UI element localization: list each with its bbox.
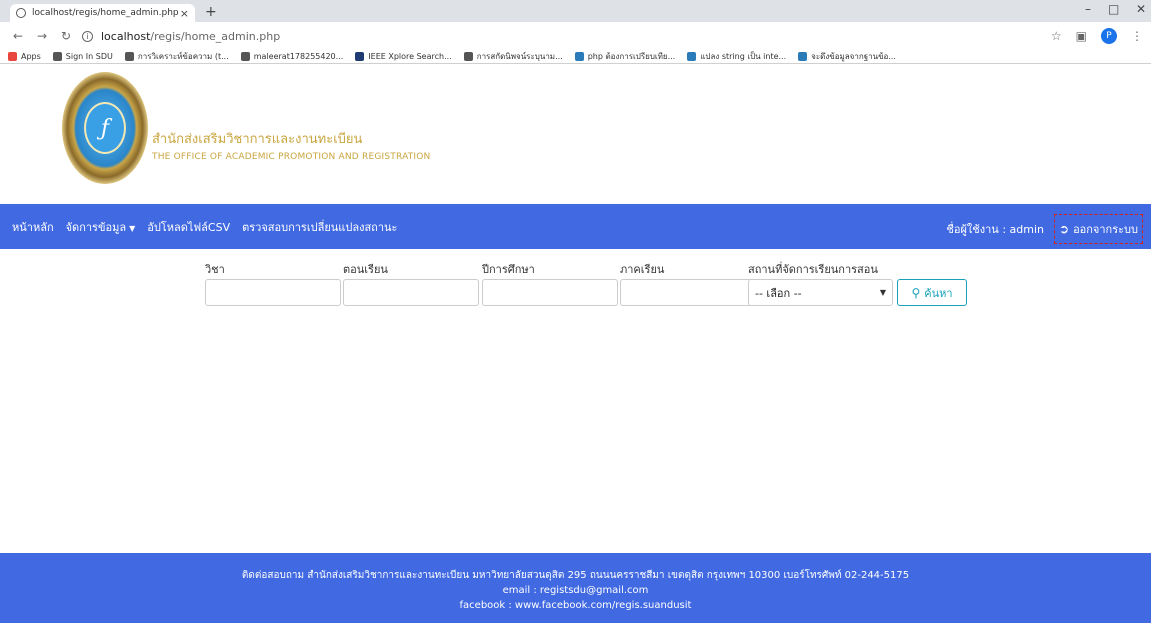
bookmark-favicon-icon <box>124 52 134 61</box>
bookmark-favicon-icon <box>687 52 697 61</box>
apps-grid-icon <box>8 52 17 61</box>
tab-title: localhost/regis/home_admin.php <box>32 8 179 18</box>
browser-tab[interactable]: localhost/regis/home_admin.php × <box>10 4 195 22</box>
url-path: /regis/home_admin.php <box>150 29 281 43</box>
section-input[interactable] <box>343 279 479 306</box>
bookmark-label: Apps <box>21 52 41 61</box>
minimize-icon[interactable]: – <box>1085 2 1091 16</box>
logout-label: ออกจากระบบ <box>1073 223 1138 236</box>
bookmark-item[interactable]: จะดึงข้อมูลจากฐานข้อ... <box>798 50 896 63</box>
browser-toolbar: ← → ↻ i localhost/regis/home_admin.php ☆… <box>0 22 1151 50</box>
search-icon: ⚲ <box>911 285 921 300</box>
bookmark-item[interactable]: Apps <box>8 52 41 61</box>
page-content: ƒ สำนักส่งเสริมวิชาการและงานทะเบียน THE … <box>0 64 1151 623</box>
maximize-icon[interactable]: □ <box>1108 2 1119 16</box>
location-label: สถานที่จัดการเรียนการสอน <box>748 263 878 276</box>
section-label: ตอนเรียน <box>343 263 388 276</box>
bookmark-label: php ต้องการเปรียบเทีย... <box>587 52 676 61</box>
bookmark-item[interactable]: การสกัดนิพจน์ระบุนาม... <box>463 50 563 63</box>
university-logo: ƒ <box>62 72 148 184</box>
address-bar[interactable]: i localhost/regis/home_admin.php <box>82 30 280 43</box>
footer-contact: ติดต่อสอบถาม สำนักส่งเสริมวิชาการและงานท… <box>241 570 910 581</box>
bookmark-favicon-icon <box>463 52 473 61</box>
bookmark-favicon-icon <box>574 52 584 61</box>
org-name-th: สำนักส่งเสริมวิชาการและงานทะเบียน <box>152 132 363 147</box>
search-form: วิชา ตอนเรียน ปีการศึกษา ภาคเรียน สถานที… <box>0 249 1151 329</box>
bookmark-label: IEEE Xplore Search... <box>368 52 452 61</box>
year-label: ปีการศึกษา <box>482 263 535 276</box>
bookmark-item[interactable]: maleerat178255420... <box>240 52 344 61</box>
semester-label: ภาคเรียน <box>620 263 665 276</box>
url-host: localhost <box>101 29 151 43</box>
close-window-icon[interactable]: ✕ <box>1136 2 1146 16</box>
bookmark-favicon-icon <box>240 52 250 61</box>
search-button[interactable]: ⚲ ค้นหา <box>897 279 967 306</box>
nav-upload-csv[interactable]: อัปโหลดไฟล์CSV <box>147 218 230 236</box>
subject-label: วิชา <box>205 263 225 276</box>
bookmark-item[interactable]: Sign In SDU <box>52 52 113 61</box>
bookmark-label: แปลง string เป็น inte... <box>700 52 787 61</box>
bookmark-label: maleerat178255420... <box>253 52 344 61</box>
new-tab-button[interactable]: + <box>205 4 217 20</box>
location-field: สถานที่จัดการเรียนการสอน -- เลือก -- ▼ <box>748 263 893 306</box>
site-footer: ติดต่อสอบถาม สำนักส่งเสริมวิชาการและงานท… <box>0 553 1151 623</box>
dropdown-arrow-icon: ▼ <box>879 288 886 297</box>
bookmark-item[interactable]: การวิเคราะห์ข้อความ (t... <box>124 50 229 63</box>
extension-icon[interactable]: ▣ <box>1076 29 1087 43</box>
toolbar-actions: ☆ ▣ P ⋮ <box>1051 28 1143 44</box>
bookmark-favicon-icon <box>798 52 808 61</box>
forward-icon[interactable]: → <box>36 29 48 43</box>
location-select[interactable]: -- เลือก -- ▼ <box>748 279 893 306</box>
nav-manage-data[interactable]: จัดการข้อมูล ▼ <box>66 218 136 236</box>
tab-close-button[interactable]: × <box>180 7 189 20</box>
bookmark-label: จะดึงข้อมูลจากฐานข้อ... <box>811 52 896 61</box>
nav-home[interactable]: หน้าหลัก <box>12 218 54 236</box>
org-name-en: THE OFFICE OF ACADEMIC PROMOTION AND REG… <box>152 152 431 162</box>
back-icon[interactable]: ← <box>12 29 24 43</box>
star-icon[interactable]: ☆ <box>1051 29 1062 43</box>
semester-field: ภาคเรียน <box>620 263 756 306</box>
reload-icon[interactable]: ↻ <box>60 29 72 43</box>
globe-icon <box>16 8 26 18</box>
bookmarks-bar: Apps Sign In SDU การวิเคราะห์ข้อความ (t...… <box>0 50 1151 64</box>
location-selected-value: -- เลือก -- <box>755 286 802 300</box>
caret-down-icon: ▼ <box>129 223 136 233</box>
main-navbar: หน้าหลัก จัดการข้อมูล ▼ อัปโหลดไฟล์CSV ตร… <box>0 204 1151 249</box>
bookmark-item[interactable]: php ต้องการเปรียบเทีย... <box>574 50 676 63</box>
site-header: ƒ สำนักส่งเสริมวิชาการและงานทะเบียน THE … <box>0 64 1151 204</box>
nav-manage-data-label: จัดการข้อมูล <box>65 220 127 234</box>
bookmark-label: การวิเคราะห์ข้อความ (t... <box>137 52 229 61</box>
semester-input[interactable] <box>620 279 756 306</box>
bookmark-item[interactable]: IEEE Xplore Search... <box>355 52 452 61</box>
subject-input[interactable] <box>205 279 341 306</box>
bookmark-favicon-icon <box>355 52 365 61</box>
nav-user-area: ชื่อผู้ใช้งาน : admin ➲ ออกจากระบบ <box>946 214 1143 244</box>
footer-facebook: facebook : www.facebook.com/regis.suandu… <box>459 600 692 611</box>
sign-out-icon: ➲ <box>1059 222 1070 236</box>
bookmark-item[interactable]: แปลง string เป็น inte... <box>687 50 786 63</box>
logout-button[interactable]: ➲ ออกจากระบบ <box>1054 214 1143 244</box>
year-field: ปีการศึกษา <box>482 263 618 306</box>
section-field: ตอนเรียน <box>343 263 479 306</box>
subject-field: วิชา <box>205 263 341 306</box>
bookmark-label: Sign In SDU <box>65 52 113 61</box>
menu-icon[interactable]: ⋮ <box>1131 29 1143 43</box>
bookmark-favicon-icon <box>52 52 62 61</box>
search-button-label: ค้นหา <box>924 286 953 300</box>
logo-emblem-icon: ƒ <box>84 102 126 154</box>
bookmark-label: การสกัดนิพจน์ระบุนาม... <box>476 52 563 61</box>
tab-bar: localhost/regis/home_admin.php × + – □ ✕ <box>0 0 1151 22</box>
info-icon[interactable]: i <box>82 30 93 42</box>
year-input[interactable] <box>482 279 618 306</box>
nav-check-status[interactable]: ตรวจสอบการเปลี่ยนแปลงสถานะ <box>242 218 397 236</box>
footer-email: email : registsdu@gmail.com <box>502 585 649 596</box>
avatar[interactable]: P <box>1101 28 1117 44</box>
user-label: ชื่อผู้ใช้งาน : admin <box>946 223 1044 236</box>
